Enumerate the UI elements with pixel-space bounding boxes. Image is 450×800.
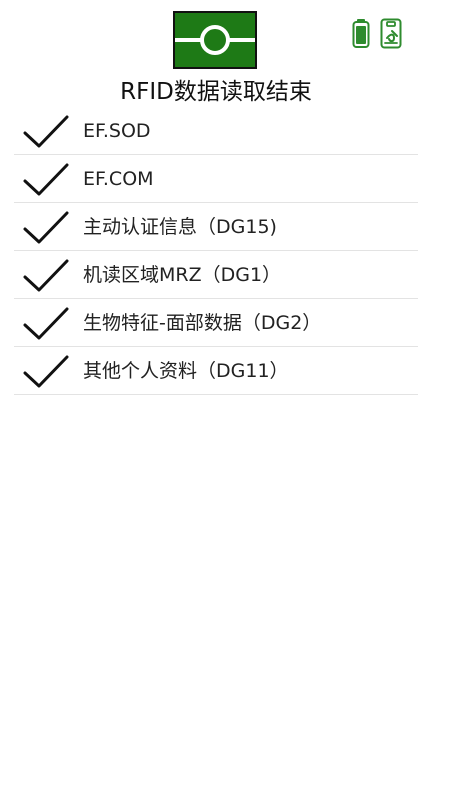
checkmark-icon	[23, 307, 69, 339]
item-label: EF.SOD	[83, 119, 151, 142]
list-item: 生物特征-面部数据（DG2）	[14, 299, 418, 347]
battery-icon	[352, 19, 370, 48]
list-item: 主动认证信息（DG15)	[14, 203, 418, 251]
item-label: 主动认证信息（DG15)	[83, 215, 277, 238]
item-label: 生物特征-面部数据（DG2）	[83, 311, 322, 334]
item-label: 机读区域MRZ（DG1）	[83, 263, 282, 286]
checkmark-icon	[23, 163, 69, 195]
item-label: 其他个人资料（DG11）	[83, 359, 289, 382]
item-label: EF.COM	[83, 167, 154, 190]
checkmark-icon	[23, 115, 69, 147]
checkmark-icon	[23, 355, 69, 387]
list-item: EF.COM	[14, 155, 418, 203]
checkmark-icon	[23, 211, 69, 243]
list-item: 机读区域MRZ（DG1）	[14, 251, 418, 299]
page-title: RFID数据读取结束	[120, 79, 312, 105]
checkmark-icon	[23, 259, 69, 291]
reader-device-icon	[380, 18, 402, 49]
status-icons	[352, 18, 410, 52]
list-item: EF.SOD	[14, 107, 418, 155]
list-item: 其他个人资料（DG11）	[14, 347, 418, 395]
header: RFID数据读取结束	[0, 0, 450, 110]
read-status-list: EF.SOD EF.COM 主动认证信息（DG15) 机读区域MRZ（DG1） …	[14, 107, 418, 395]
passport-chip-icon	[173, 11, 257, 69]
